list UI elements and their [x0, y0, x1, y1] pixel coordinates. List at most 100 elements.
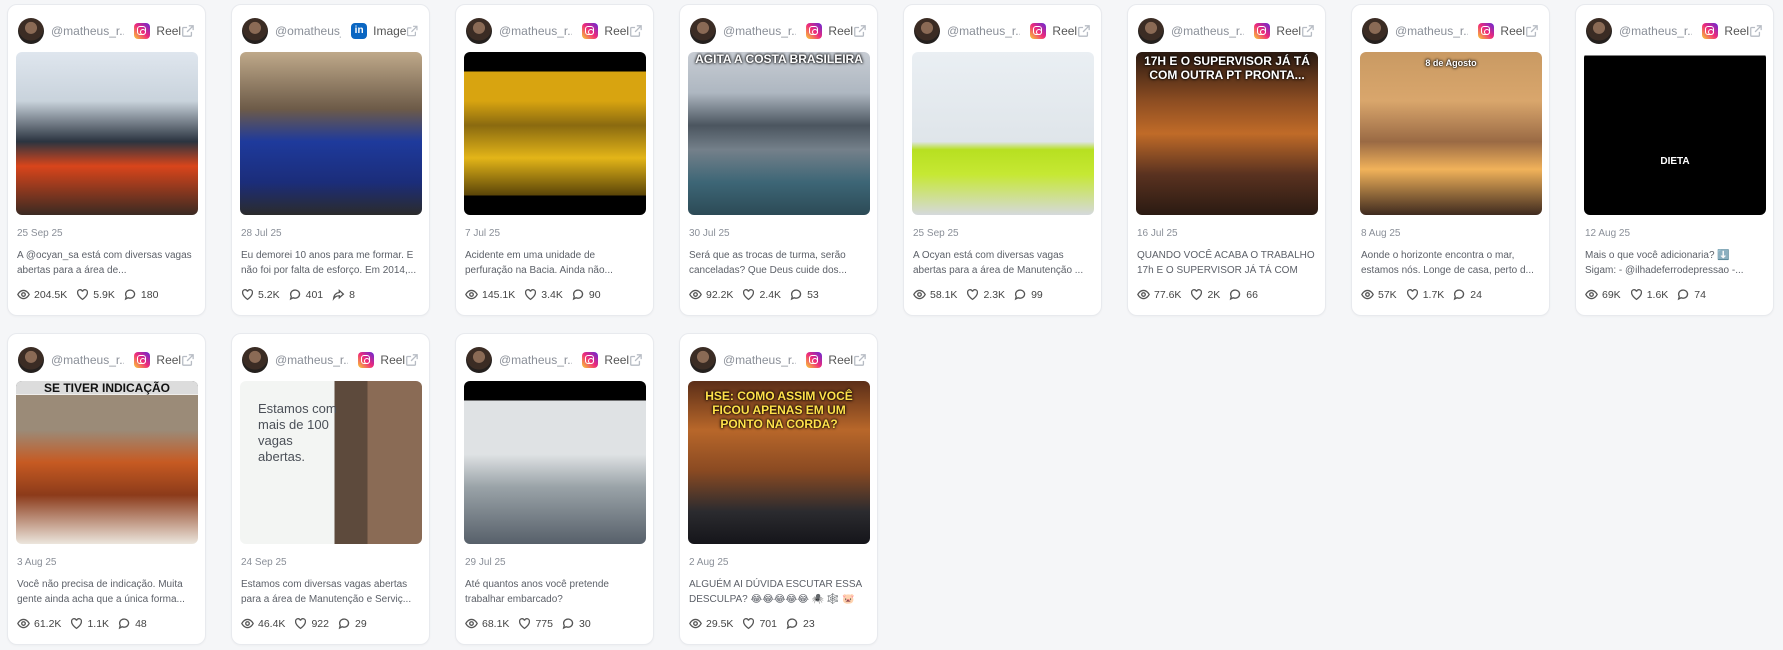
post-card[interactable]: @omatheus_... in Image 28 Jul 25 Eu demo…	[231, 4, 430, 316]
comment-icon	[289, 289, 300, 301]
external-link-icon[interactable]	[853, 24, 867, 38]
external-link-icon[interactable]	[181, 24, 195, 38]
username[interactable]: @matheus_r...	[1619, 24, 1692, 38]
username[interactable]: @matheus_r...	[723, 24, 796, 38]
comments-stat: 74	[1677, 288, 1706, 301]
post-thumbnail[interactable]: HSE: COMO ASSIM VOCÊ FICOU APENAS EM UM …	[688, 381, 870, 544]
views-stat: 145.1K	[465, 288, 515, 301]
post-card[interactable]: @matheus_r... Reel 25 Sep 25 A Ocyan est…	[903, 4, 1102, 316]
post-header: @matheus_r... Reel	[690, 17, 867, 45]
post-thumbnail[interactable]: SE TIVER INDICAÇÃO	[16, 381, 198, 544]
username[interactable]: @matheus_r...	[275, 353, 348, 367]
post-thumbnail[interactable]: Estamos com mais de 100 vagas abertas.	[240, 381, 422, 544]
post-thumbnail[interactable]	[16, 52, 198, 215]
thumbnail-overlay-text: HSE: COMO ASSIM VOCÊ FICOU APENAS EM UM …	[705, 389, 853, 431]
post-card[interactable]: @matheus_r... Reel 17H E O SUPERVISOR JÁ…	[1127, 4, 1326, 316]
post-thumbnail[interactable]	[464, 52, 646, 215]
views-stat: 77.6K	[1137, 288, 1181, 301]
external-link-icon[interactable]	[1077, 24, 1091, 38]
likes-count: 5.2K	[258, 288, 280, 301]
comments-count: 66	[1246, 288, 1258, 301]
post-thumbnail[interactable]	[464, 381, 646, 544]
post-card[interactable]: @matheus_r... Reel HSE: COMO ASSIM VOCÊ …	[679, 333, 878, 645]
eye-icon	[465, 289, 478, 300]
username[interactable]: @matheus_r...	[947, 24, 1020, 38]
comments-stat: 180	[124, 288, 158, 301]
username[interactable]: @matheus_r...	[499, 353, 572, 367]
post-card[interactable]: @matheus_r... Reel Estamos com mais de 1…	[231, 333, 430, 645]
external-link-icon[interactable]	[405, 353, 419, 367]
external-link-icon[interactable]	[1525, 24, 1539, 38]
share-icon	[332, 288, 345, 301]
post-caption: ALGUÉM AI DÚVIDA ESCUTAR ESSA DESCULPA? …	[689, 579, 862, 605]
external-link-icon[interactable]	[629, 353, 643, 367]
post-date: 16 Jul 25	[1137, 228, 1178, 239]
post-card[interactable]: @matheus_r... Reel 25 Sep 25 A @ocyan_sa…	[7, 4, 206, 316]
post-header: @matheus_r... Reel	[466, 17, 643, 45]
views-stat: 69K	[1585, 288, 1621, 301]
username[interactable]: @matheus_r...	[723, 353, 796, 367]
username[interactable]: @omatheus_...	[275, 24, 341, 38]
comments-count: 29	[354, 617, 367, 630]
platform-badge: Reel	[582, 23, 629, 39]
post-thumbnail[interactable]: 8 de Agosto	[1360, 52, 1542, 215]
external-link-icon[interactable]	[629, 24, 643, 38]
likes-count: 922	[311, 617, 329, 630]
post-date: 3 Aug 25	[17, 557, 57, 568]
post-date: 29 Jul 25	[465, 557, 506, 568]
likes-count: 5.9K	[93, 288, 115, 301]
instagram-icon	[1030, 23, 1047, 39]
post-thumbnail[interactable]: DIETA	[1584, 52, 1766, 215]
post-thumbnail[interactable]	[240, 52, 422, 215]
eye-icon	[913, 289, 926, 300]
views-count: 58.1K	[930, 288, 958, 301]
eye-icon	[1137, 289, 1150, 300]
views-stat: 68.1K	[465, 617, 509, 630]
heart-icon	[1406, 289, 1418, 301]
post-card[interactable]: @matheus_r... Reel AGITA A COSTA BRASILE…	[679, 4, 878, 316]
instagram-icon	[582, 352, 599, 368]
likes-stat: 1.1K	[70, 617, 109, 630]
comment-icon	[1677, 289, 1689, 301]
username[interactable]: @matheus_r...	[1395, 24, 1468, 38]
views-stat: 92.2K	[689, 288, 733, 301]
post-card[interactable]: @matheus_r... Reel 7 Jul 25 Acidente em …	[455, 4, 654, 316]
avatar	[1586, 18, 1612, 44]
avatar	[466, 18, 492, 44]
post-thumbnail[interactable]: 17H E O SUPERVISOR JÁ TÁ COM OUTRA PT PR…	[1136, 52, 1318, 215]
post-thumbnail[interactable]	[912, 52, 1094, 215]
comments-stat: 24	[1453, 288, 1482, 301]
avatar	[1362, 18, 1388, 44]
post-thumbnail[interactable]: AGITA A COSTA BRASILEIRA	[688, 52, 870, 215]
comments-stat: 66	[1229, 288, 1258, 301]
avatar	[242, 347, 268, 373]
post-card[interactable]: @matheus_r... Reel SE TIVER INDICAÇÃO 3 …	[7, 333, 206, 645]
username[interactable]: @matheus_r...	[1171, 24, 1244, 38]
post-caption: Estamos com diversas vagas abertas para …	[241, 579, 412, 605]
username[interactable]: @matheus_r...	[51, 353, 124, 367]
external-link-icon[interactable]	[406, 24, 419, 38]
likes-count: 775	[535, 617, 553, 630]
likes-count: 2.4K	[759, 288, 782, 301]
post-date: 24 Sep 25	[241, 557, 287, 568]
comments-count: 48	[135, 617, 147, 630]
external-link-icon[interactable]	[1301, 24, 1315, 38]
external-link-icon[interactable]	[1749, 24, 1763, 38]
username[interactable]: @matheus_r...	[51, 24, 124, 38]
external-link-icon[interactable]	[181, 353, 195, 367]
platform-badge: Reel	[1478, 23, 1525, 39]
post-stats: 68.1K 775 30	[465, 617, 600, 630]
external-link-icon[interactable]	[853, 353, 867, 367]
platform-badge: in Image	[351, 23, 406, 39]
platform-label: Reel	[156, 24, 182, 38]
platform-label: Image	[373, 24, 407, 38]
post-card[interactable]: @matheus_r... Reel 8 de Agosto 8 Aug 25 …	[1351, 4, 1550, 316]
likes-count: 1.6K	[1646, 288, 1669, 301]
post-card[interactable]: @matheus_r... Reel DIETA 12 Aug 25 Mais …	[1575, 4, 1774, 316]
username[interactable]: @matheus_r...	[499, 24, 572, 38]
platform-badge: Reel	[134, 352, 181, 368]
eye-icon	[241, 618, 254, 629]
post-card[interactable]: @matheus_r... Reel 29 Jul 25 Até quantos…	[455, 333, 654, 645]
post-header: @matheus_r... Reel	[1362, 17, 1539, 45]
views-count: 46.4K	[258, 617, 286, 630]
